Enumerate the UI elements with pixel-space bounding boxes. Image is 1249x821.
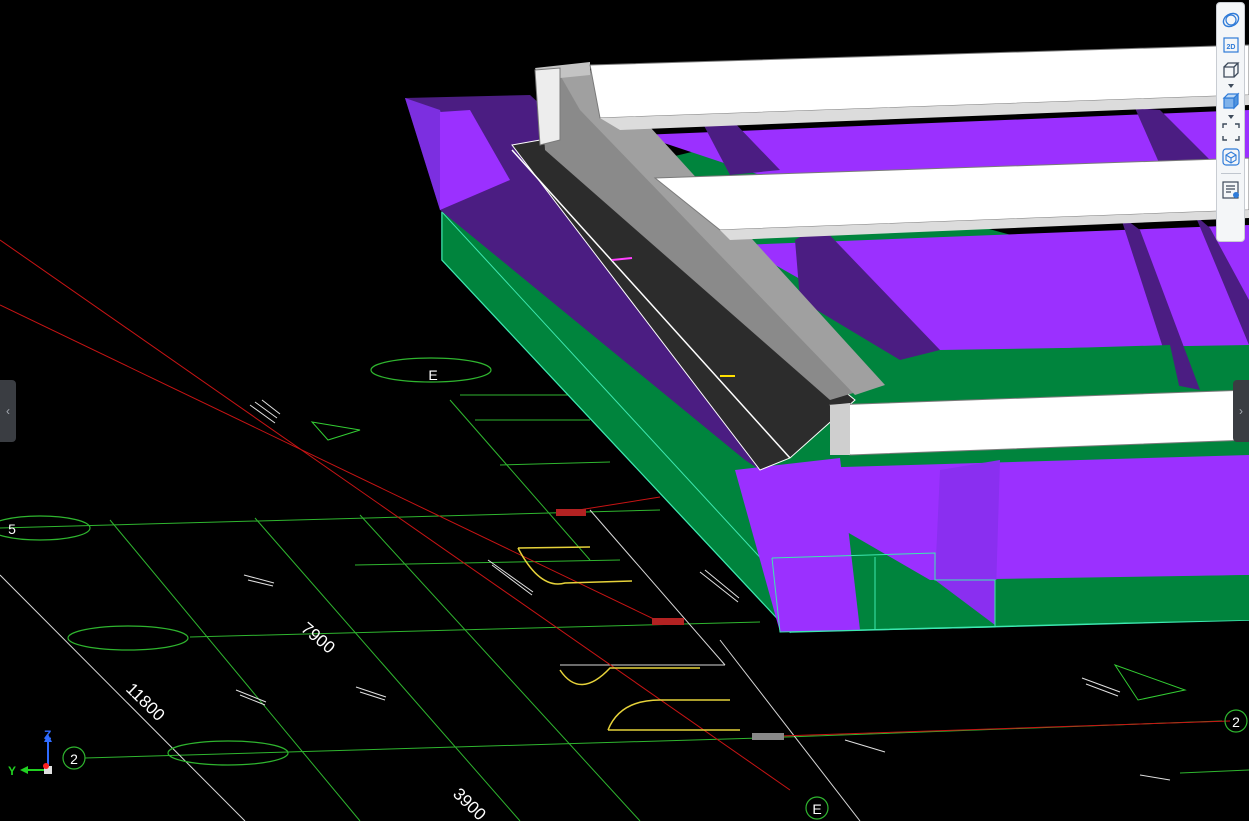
y-axis-arrow <box>20 766 28 774</box>
view-2d-icon: 2D <box>1222 37 1239 53</box>
yellow-line-1 <box>517 546 591 549</box>
z-axis-label: Z <box>44 728 51 742</box>
properties-button[interactable] <box>1219 179 1243 201</box>
bubble-label-E-bottom: E <box>812 801 821 817</box>
annotation-4 <box>355 686 387 701</box>
yellow-curve-3 <box>607 699 730 731</box>
chevron-down-icon[interactable] <box>1227 84 1234 88</box>
model-cube-button[interactable] <box>1219 146 1243 168</box>
dim-line-11800 <box>0 574 246 821</box>
right-panel-toggle[interactable]: › <box>1233 380 1249 442</box>
chevron-right-icon: › <box>1239 404 1243 418</box>
properties-icon <box>1221 181 1239 199</box>
model-canvas[interactable]: E 5 2 2 E 7900 11800 3900 <box>0 0 1249 821</box>
grid-tick-4 <box>354 559 621 566</box>
grid-line-diag-4 <box>449 399 591 561</box>
bubble-label-E-top: E <box>428 367 437 383</box>
3d-viewport[interactable]: E 5 2 2 E 7900 11800 3900 ‹ › 2D Z Y <box>0 0 1249 821</box>
annotation-7 <box>844 739 886 753</box>
white-beam-left-end <box>534 67 561 146</box>
red-line-4 <box>779 720 1231 737</box>
shaded-view-button[interactable] <box>1219 90 1243 119</box>
dim-line-b <box>719 639 861 821</box>
view-2d-button[interactable]: 2D <box>1219 34 1243 56</box>
toolbar-separator <box>1220 173 1241 174</box>
grey-marker <box>752 733 784 740</box>
yellow-curves <box>517 546 740 731</box>
white-beam-front-end <box>830 403 850 455</box>
annotation-8 <box>1139 774 1171 781</box>
left-panel-toggle[interactable]: ‹ <box>0 380 16 442</box>
grid-line-diag-1 <box>109 519 361 821</box>
orbit-icon <box>1222 12 1239 28</box>
x-axis-dot <box>43 763 49 769</box>
bubble-label-2-left: 2 <box>70 751 78 767</box>
annotation-2 <box>243 574 275 587</box>
annotation-9 <box>699 569 740 603</box>
grid-tick-right <box>1179 769 1249 774</box>
green-floor-front <box>995 575 1249 625</box>
grid-line-diag-2 <box>254 517 521 821</box>
grid-tick-3 <box>499 461 611 466</box>
dim-label-7900: 7900 <box>297 619 338 658</box>
fit-view-icon <box>1221 123 1240 141</box>
building-model[interactable] <box>405 44 1249 634</box>
annotation-6 <box>1081 677 1121 697</box>
bubble-4 <box>67 625 189 651</box>
triangle-marker-1 <box>310 421 361 441</box>
dim-label-11800: 11800 <box>122 679 168 725</box>
view-2d-label: 2D <box>1226 44 1235 51</box>
view-toolbar: 2D <box>1216 2 1245 242</box>
box-icon <box>1222 62 1240 78</box>
red-marker-2 <box>652 618 684 625</box>
chevron-left-icon: ‹ <box>6 404 10 418</box>
dimension-labels: 7900 11800 3900 <box>122 619 489 821</box>
grid-line-2 <box>84 737 761 759</box>
wireframe-view-button[interactable] <box>1219 59 1243 88</box>
annotation-1 <box>249 399 281 424</box>
bubble-label-5: 5 <box>8 521 16 537</box>
orbit-button[interactable] <box>1219 9 1243 31</box>
chevron-down-icon[interactable] <box>1227 115 1234 119</box>
yellow-curve-1 <box>517 547 633 585</box>
annotation-5 <box>487 559 534 596</box>
cube-icon <box>1221 148 1240 166</box>
dim-label-3900: 3900 <box>449 784 489 821</box>
bubble-label-2-right: 2 <box>1232 714 1240 730</box>
fit-view-button[interactable] <box>1219 121 1243 143</box>
green-floor-inner <box>940 345 1180 395</box>
yellow-curve-2 <box>559 667 700 686</box>
triangle-marker-2 <box>1113 664 1187 701</box>
shaded-box-icon <box>1222 92 1239 110</box>
axis-triad: Z Y <box>8 728 52 778</box>
red-marker-1 <box>556 509 586 516</box>
y-axis-label: Y <box>8 764 16 778</box>
